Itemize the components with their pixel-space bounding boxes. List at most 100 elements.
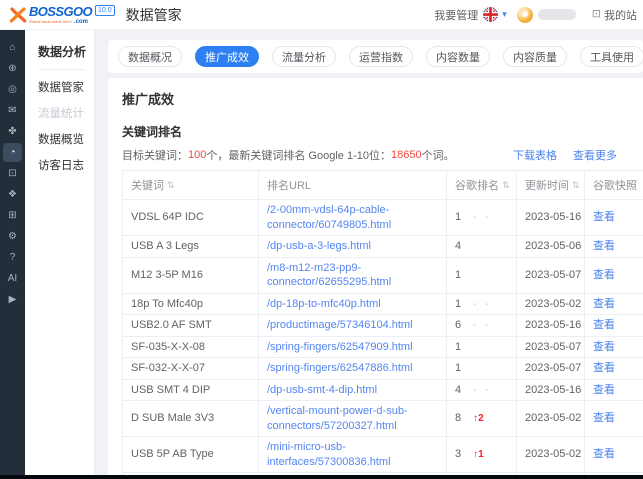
ranking-url-link[interactable]: /productimage/57346104.html: [267, 319, 413, 331]
target-keyword-count: 100: [188, 149, 207, 161]
view-snapshot-link[interactable]: 查看: [593, 298, 615, 310]
sort-icon[interactable]: ⇅: [572, 180, 580, 190]
view-snapshot-link[interactable]: 查看: [593, 362, 615, 374]
sidebar-item-visitor-log[interactable]: 访客日志: [38, 157, 94, 173]
tab-operation-index[interactable]: 运营指数: [349, 46, 413, 67]
uk-flag-icon[interactable]: [483, 7, 499, 22]
keyword-cell: SF-035-X-X-08: [122, 335, 259, 359]
column-header[interactable]: 关键词 ⇅: [122, 170, 259, 200]
ranking-url-link[interactable]: /vertical-mount-power-d-sub-connectors/5…: [267, 405, 408, 432]
tab-traffic-analysis[interactable]: 流量分析: [272, 46, 336, 67]
google-rank-cell: 1: [446, 256, 517, 294]
table-row: SF-035-X-X-08 /spring-fingers/62547909.h…: [122, 335, 643, 359]
download-table-link[interactable]: 下载表格: [513, 147, 557, 163]
my-site-button[interactable]: ⊡ 我的站: [592, 7, 637, 23]
logo-x-icon: [9, 6, 27, 23]
view-snapshot-link[interactable]: 查看: [593, 240, 615, 252]
column-header[interactable]: 谷歌排名 ⇅: [446, 170, 517, 200]
view-snapshot-link[interactable]: 查看: [593, 319, 615, 331]
url-cell: /productimage/57346104.html: [258, 314, 447, 337]
summary-row: 目标关键词： 100 个， 最新关键词排名 Google 1-10位： 18650 个词。…: [122, 147, 617, 163]
snapshot-cell: 查看: [584, 357, 643, 380]
tab-content-quantity[interactable]: 内容数量: [426, 46, 490, 67]
video-icon[interactable]: ▶: [3, 290, 22, 309]
view-snapshot-link[interactable]: 查看: [593, 448, 615, 460]
ranking-url-link[interactable]: /spring-fingers/62547909.html: [267, 341, 413, 353]
rank-value: 8: [455, 412, 462, 425]
home-icon[interactable]: ⌂: [3, 38, 22, 57]
keyword-cell: VDSL 64P IDC: [122, 198, 259, 237]
tab-promotion-results[interactable]: 推广成效: [195, 46, 259, 67]
tab-content-quality[interactable]: 内容质量: [503, 46, 567, 67]
ranking-url-link[interactable]: /mini-micro-usb-interfaces/57300836.html: [267, 441, 391, 468]
content-card: 推广成效 关键词排名 目标关键词： 100 个， 最新关键词排名 Google 1-1…: [108, 78, 643, 479]
chevron-down-icon[interactable]: ▾: [502, 9, 507, 20]
keyword-cell: USB SMT 4 DIP: [122, 378, 259, 402]
view-snapshot-link[interactable]: 查看: [593, 341, 615, 353]
monitor-icon[interactable]: ⊡: [3, 164, 22, 183]
target-icon[interactable]: ◎: [3, 80, 22, 99]
help-icon[interactable]: ?: [3, 248, 22, 267]
grid-icon[interactable]: ⊞: [3, 206, 22, 225]
sidebar-item-data-manager[interactable]: 数据管家: [38, 79, 94, 95]
url-cell: /2-00mm-vdsl-64p-cable-connector/6074980…: [258, 198, 447, 237]
brand-tld: .com: [73, 18, 88, 25]
sort-icon[interactable]: ⇅: [502, 180, 510, 190]
ranking-url-link[interactable]: /dp-usb-smt-4-dip.html: [267, 384, 377, 396]
globe-icon[interactable]: ⊕: [3, 59, 22, 78]
sidebar-item-data-overview[interactable]: 数据概览: [38, 131, 94, 147]
view-snapshot-link[interactable]: 查看: [593, 384, 615, 396]
table-header-row: 关键词⇅ 排名URL⇅ 谷歌排名⇅ 更新时间⇅ 谷歌快照⇅: [122, 170, 643, 200]
table-row: D SUB Male 3V3 /vertical-mount-power-d-s…: [122, 400, 643, 438]
bossgoo-logo[interactable]: BOSSGOO Global trade starts here! .com 1…: [9, 5, 115, 25]
url-cell: /m8-m12-m23-pp9-connector/62655295.html: [258, 256, 447, 294]
rank-change: - -: [473, 298, 492, 310]
ranking-url-link[interactable]: /2-00mm-vdsl-64p-cable-connector/6074980…: [267, 204, 391, 231]
updated-time-cell: 2023-05-06: [516, 235, 585, 258]
keyword-ranking-title: 关键词排名: [122, 125, 183, 139]
tab-data-overview[interactable]: 数据概况: [118, 46, 182, 67]
google-rank-cell: 1 - -: [446, 198, 517, 237]
ranking-url-link[interactable]: /dp-18p-to-mfc40p.html: [267, 298, 381, 310]
snapshot-cell: 查看: [584, 256, 643, 294]
snapshot-cell: 查看: [584, 378, 643, 402]
summary-mid: 最新关键词排名 Google 1-10位：: [228, 150, 391, 162]
rank-change: ↑2: [473, 413, 484, 425]
ranking-url-link[interactable]: /m8-m12-m23-pp9-connector/62655295.html: [267, 262, 391, 289]
rank-value: 1: [455, 362, 462, 375]
view-more-link[interactable]: 查看更多: [573, 147, 617, 163]
table-row: USB A 3 Legs /dp-usb-a-3-legs.html 4 202…: [122, 235, 643, 258]
table-row: USB SMT 4 DIP /dp-usb-smt-4-dip.html 4 - …: [122, 378, 643, 402]
table-row: USB 5P AB Type /mini-micro-usb-interface…: [122, 436, 643, 474]
view-snapshot-link[interactable]: 查看: [593, 412, 615, 424]
clover-icon[interactable]: ❖: [3, 185, 22, 204]
table-row: M12 3-5P M16 /m8-m12-m23-pp9-connector/6…: [122, 256, 643, 294]
avatar[interactable]: [516, 6, 533, 23]
ranking-url-link[interactable]: /dp-usb-a-3-legs.html: [267, 240, 371, 252]
page-title: 推广成效: [122, 92, 175, 107]
ai-icon[interactable]: AI: [3, 269, 22, 288]
column-header[interactable]: 排名URL⇅: [258, 170, 447, 200]
sort-icon[interactable]: ⇅: [167, 180, 175, 190]
column-header[interactable]: 谷歌快照⇅: [584, 170, 643, 200]
view-snapshot-link[interactable]: 查看: [593, 269, 615, 281]
view-snapshot-link[interactable]: 查看: [593, 211, 615, 223]
google-rank-cell: 6 - -: [446, 314, 517, 337]
snapshot-cell: 查看: [584, 198, 643, 237]
manage-label[interactable]: 我要管理: [434, 7, 478, 23]
rank-value: 1: [455, 211, 462, 224]
mail-icon[interactable]: ✉: [3, 101, 22, 120]
apps-icon[interactable]: ✤: [3, 122, 22, 141]
url-cell: /mini-micro-usb-interfaces/57300836.html: [258, 436, 447, 474]
monitor-icon: ⊡: [591, 8, 601, 20]
tab-tool-usage[interactable]: 工具使用: [580, 46, 643, 67]
updated-time-cell: 2023-05-02: [516, 436, 585, 474]
analytics-pie-icon[interactable]: ◔: [3, 143, 22, 162]
ranking-url-link[interactable]: /spring-fingers/62547886.html: [267, 362, 413, 374]
settings-gear-icon[interactable]: ⚙: [3, 227, 22, 246]
updated-time-cell: 2023-05-16: [516, 198, 585, 237]
updated-time-cell: 2023-05-07: [516, 357, 585, 380]
snapshot-cell: 查看: [584, 436, 643, 474]
column-header[interactable]: 更新时间 ⇅: [516, 170, 585, 200]
sidebar-item-traffic-stats[interactable]: 流量统计: [38, 105, 94, 121]
